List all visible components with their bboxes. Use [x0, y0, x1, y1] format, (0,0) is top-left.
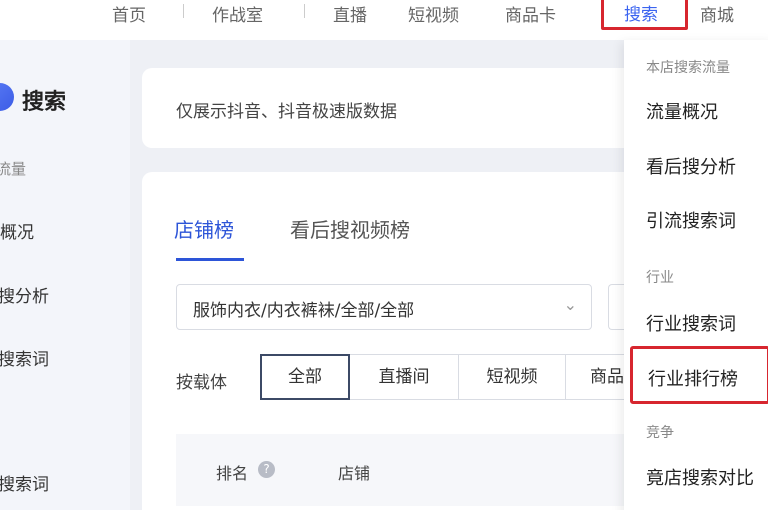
sidebar-item-search-words[interactable]: 搜索词: [0, 345, 49, 370]
carrier-option-all[interactable]: 全部: [260, 354, 350, 400]
sidebar-title: 搜索: [22, 90, 67, 115]
notice-banner: 仅展示抖音、抖音极速版数据: [142, 68, 642, 148]
ranking-card: 店铺榜 看后搜视频榜 服饰内衣/内衣裤袜/全部/全部 ⌄ 按载体 全部 直播间 …: [142, 172, 648, 510]
nav-short-video[interactable]: 短视频: [408, 1, 459, 26]
dropdown-item-traffic-overview[interactable]: 流量概况: [646, 98, 718, 124]
dropdown-group-industry: 行业: [646, 270, 674, 286]
sidebar: 搜索 流量 概况 搜分析 搜索词 搜索词: [0, 40, 130, 510]
notice-text: 仅展示抖音、抖音极速版数据: [176, 102, 397, 122]
nav-search-label: 搜索: [624, 5, 658, 25]
column-header-store: 店铺: [338, 464, 371, 483]
top-navigation: 首页 作战室 直播 短视频 商品卡 搜索 商城: [0, 0, 768, 40]
nav-search-active[interactable]: 搜索: [601, 0, 688, 30]
carrier-option-product[interactable]: 商品: [565, 354, 625, 400]
chevron-down-icon: ⌄: [563, 295, 577, 314]
nav-divider: [183, 4, 184, 18]
tab-store-ranking[interactable]: 店铺榜: [174, 214, 234, 243]
sidebar-item-overview[interactable]: 概况: [0, 218, 34, 243]
sidebar-group-traffic: 流量: [0, 160, 27, 178]
nav-divider: [304, 4, 305, 18]
category-select-value: 服饰内衣/内衣裤袜/全部/全部: [193, 301, 415, 321]
table-header: 排名 ? 店铺: [176, 434, 646, 506]
search-dropdown-menu: 本店搜索流量 流量概况 看后搜分析 引流搜索词 行业 行业搜索词 竞争 竟店搜索…: [624, 40, 768, 510]
nav-mall[interactable]: 商城: [700, 1, 734, 26]
carrier-option-short-video[interactable]: 短视频: [458, 354, 566, 400]
search-logo-icon: [0, 83, 14, 111]
active-tab-indicator: [176, 258, 244, 261]
nav-live[interactable]: 直播: [333, 1, 367, 26]
carrier-label: 按载体: [176, 373, 227, 393]
carrier-option-live[interactable]: 直播间: [349, 354, 459, 400]
dropdown-item-post-view-analysis[interactable]: 看后搜分析: [646, 153, 736, 179]
question-circle-icon[interactable]: ?: [258, 461, 275, 478]
category-select[interactable]: 服饰内衣/内衣裤袜/全部/全部 ⌄: [176, 284, 592, 330]
dropdown-group-store-traffic: 本店搜索流量: [646, 60, 730, 76]
sidebar-item-analysis[interactable]: 搜分析: [0, 282, 49, 307]
nav-home[interactable]: 首页: [112, 1, 146, 26]
sidebar-item-industry-search-words[interactable]: 搜索词: [0, 470, 49, 495]
dropdown-group-competition: 竞争: [646, 425, 674, 441]
nav-product-card[interactable]: 商品卡: [505, 1, 556, 26]
dropdown-item-industry-ranking-label: 行业排行榜: [648, 369, 738, 390]
dropdown-item-traffic-search-words[interactable]: 引流搜索词: [646, 207, 736, 233]
tab-video-ranking[interactable]: 看后搜视频榜: [290, 214, 410, 243]
column-header-rank: 排名: [216, 464, 249, 483]
dropdown-item-industry-search-words[interactable]: 行业搜索词: [646, 310, 736, 336]
dropdown-item-industry-ranking[interactable]: 行业排行榜: [630, 346, 768, 404]
nav-war-room[interactable]: 作战室: [212, 1, 263, 26]
dropdown-item-competitor-search-compare[interactable]: 竟店搜索对比: [646, 464, 754, 490]
